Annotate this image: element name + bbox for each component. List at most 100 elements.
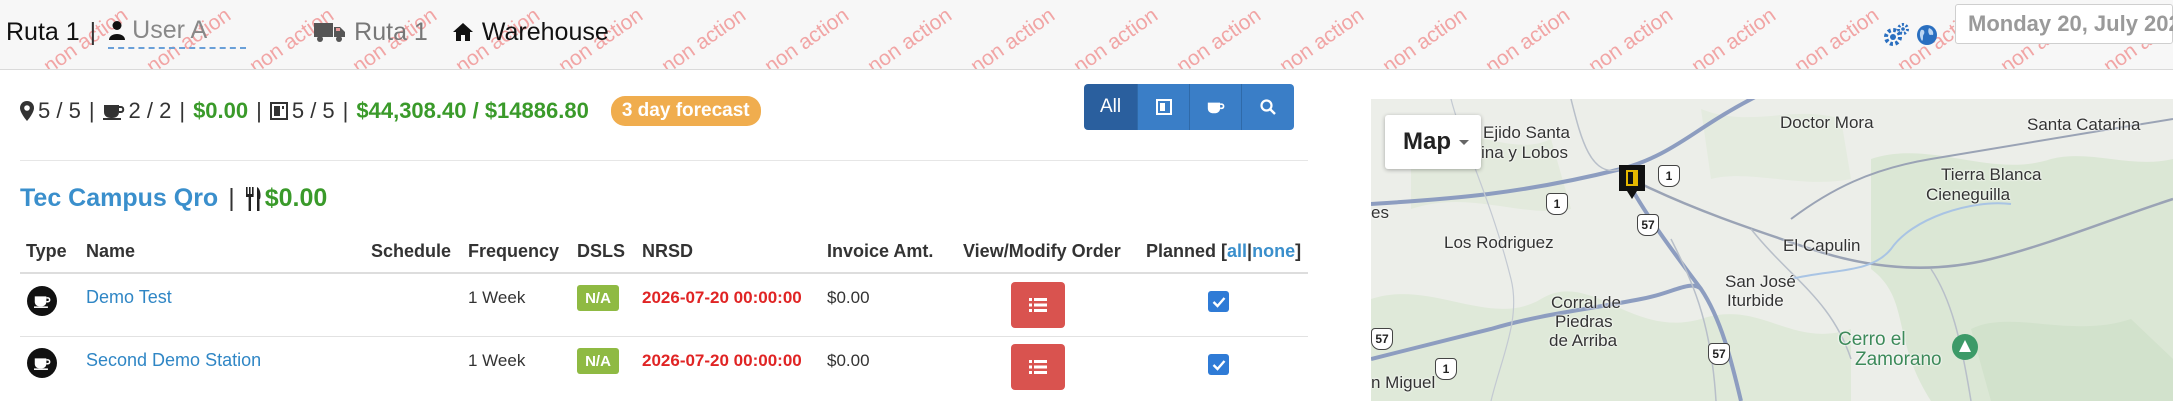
search-icon [1260, 99, 1276, 115]
map-label: Cieneguilla [1926, 185, 2011, 204]
search-button[interactable] [1242, 84, 1294, 130]
route-map[interactable]: Map Ejido Santa ina y Lobos Doctor Mora … [1371, 99, 2173, 401]
coffee-icon [1207, 102, 1224, 113]
watermark-text: non action [1275, 3, 1369, 70]
location-amount: $0.00 [264, 184, 328, 212]
row-name-link[interactable]: Demo Test [86, 287, 172, 308]
planned-none-link[interactable]: none [1252, 241, 1295, 261]
map-label: Piedras [1555, 312, 1613, 331]
cutlery-icon [245, 186, 261, 211]
watermark-text: non action [1378, 3, 1472, 70]
table-header-border [20, 272, 1308, 274]
view-order-button[interactable] [1011, 344, 1065, 390]
date-picker[interactable]: Monday 20, July 2026 [1955, 4, 2173, 44]
row-name-link[interactable]: Second Demo Station [86, 350, 261, 371]
truck-route-link[interactable]: Ruta 1 [314, 18, 428, 47]
park-marker [1952, 334, 1978, 360]
col-planned-header: Planned [all|none] [1146, 241, 1301, 262]
globe-icon[interactable] [1916, 24, 1938, 46]
divider [20, 160, 1308, 161]
highway-shield: 1 [1435, 358, 1457, 380]
totals-amount: $44,308.40 / $14886.80 [356, 98, 589, 123]
highway-shield: 1 [1658, 165, 1680, 187]
filter-coffee-button[interactable] [1190, 84, 1242, 130]
location-heading: Tec Campus Qro | $0.00 [20, 184, 327, 213]
map-label: Ejido Santa [1483, 123, 1570, 142]
coffee-icon [33, 358, 50, 370]
map-label: Santa Catarina [2027, 115, 2141, 134]
col-order-header: View/Modify Order [963, 241, 1121, 261]
header-separator: | [89, 17, 97, 46]
planned-all-link[interactable]: all [1227, 241, 1247, 261]
list-icon [1029, 298, 1047, 312]
shield-number: 1 [1665, 169, 1673, 183]
map-label: de Arriba [1549, 331, 1618, 350]
row-divider [20, 336, 1308, 337]
map-label: Corral de [1551, 293, 1621, 312]
filter-machine-button[interactable] [1138, 84, 1190, 130]
map-label: El Capulin [1783, 236, 1861, 255]
view-order-button[interactable] [1011, 282, 1065, 328]
map-label: n Miguel [1371, 373, 1436, 392]
machine-icon [1155, 99, 1172, 115]
dsls-value: N/A [585, 352, 611, 370]
col-schedule-header: Schedule [371, 241, 452, 261]
settings-gears-icon[interactable] [1882, 22, 1910, 48]
filter-all-button[interactable]: All [1084, 84, 1138, 130]
planned-checkbox[interactable] [1208, 354, 1229, 375]
truck-route-label: Ruta 1 [354, 17, 428, 46]
user-name: User A [132, 15, 208, 44]
shield-number: 1 [1442, 362, 1450, 376]
coffee-amount: $0.00 [193, 98, 249, 123]
watermark-text: non action [760, 3, 854, 70]
dsls-value: N/A [585, 289, 611, 307]
header-icons [1882, 22, 1938, 48]
machines-count: 5 / 5 [291, 98, 335, 123]
coffee-count: 2 / 2 [128, 98, 172, 123]
col-nrsd-header: NRSD [642, 241, 694, 261]
col-frequency-header: Frequency [468, 241, 560, 261]
watermark-text: non action [1584, 3, 1678, 70]
coffee-icon [33, 296, 50, 308]
machine-icon [269, 102, 288, 120]
caret-down-icon [1459, 139, 1469, 145]
coffee-icon [102, 105, 124, 120]
forecast-badge[interactable]: 3 day forecast [610, 96, 761, 126]
warehouse-link[interactable]: Warehouse [452, 18, 609, 47]
row-nrsd: 2026-07-20 00:00:00 [642, 351, 802, 370]
stats-separator: | [256, 98, 262, 123]
user-selector[interactable]: User A [108, 15, 247, 49]
checkmark-icon [1212, 359, 1225, 371]
truck-icon [314, 23, 346, 42]
col-name-header: Name [86, 241, 136, 261]
dsls-badge: N/A [577, 285, 619, 311]
planned-checkbox[interactable] [1208, 291, 1229, 312]
watermark-text: non action [657, 3, 751, 70]
map-label: Zamorano [1855, 349, 1942, 370]
row-invoice: $0.00 [827, 351, 870, 370]
row-frequency: 1 Week [468, 351, 526, 370]
filter-all-label: All [1099, 96, 1122, 117]
highway-shield: 1 [1546, 193, 1568, 215]
map-label: ina y Lobos [1481, 143, 1568, 162]
map-marker-icon [20, 101, 34, 121]
stats-separator: | [342, 98, 349, 123]
location-name[interactable]: Tec Campus Qro [20, 184, 218, 213]
highway-shield: 57 [1371, 328, 1393, 350]
watermark-text: non action [1069, 3, 1163, 70]
stats-separator: | [179, 98, 186, 123]
list-icon [1029, 360, 1047, 374]
home-icon [452, 23, 473, 41]
row-frequency: 1 Week [468, 288, 526, 307]
watermark-text: non action [966, 3, 1060, 70]
row-invoice: $0.00 [827, 288, 870, 307]
location-separator: | [228, 184, 235, 212]
header-left: Ruta 1 | User A Ruta 1 Warehouse [6, 14, 609, 50]
col-dsls-header: DSLS [577, 241, 626, 261]
route-title: Ruta 1 [6, 17, 80, 46]
map-label: Doctor Mora [1780, 113, 1874, 132]
map-type-button[interactable]: Map [1385, 115, 1481, 169]
map-label: Iturbide [1727, 291, 1784, 310]
watermark-text: non action [1172, 3, 1266, 70]
date-value: Monday 20, July 2026 [1968, 11, 2173, 36]
